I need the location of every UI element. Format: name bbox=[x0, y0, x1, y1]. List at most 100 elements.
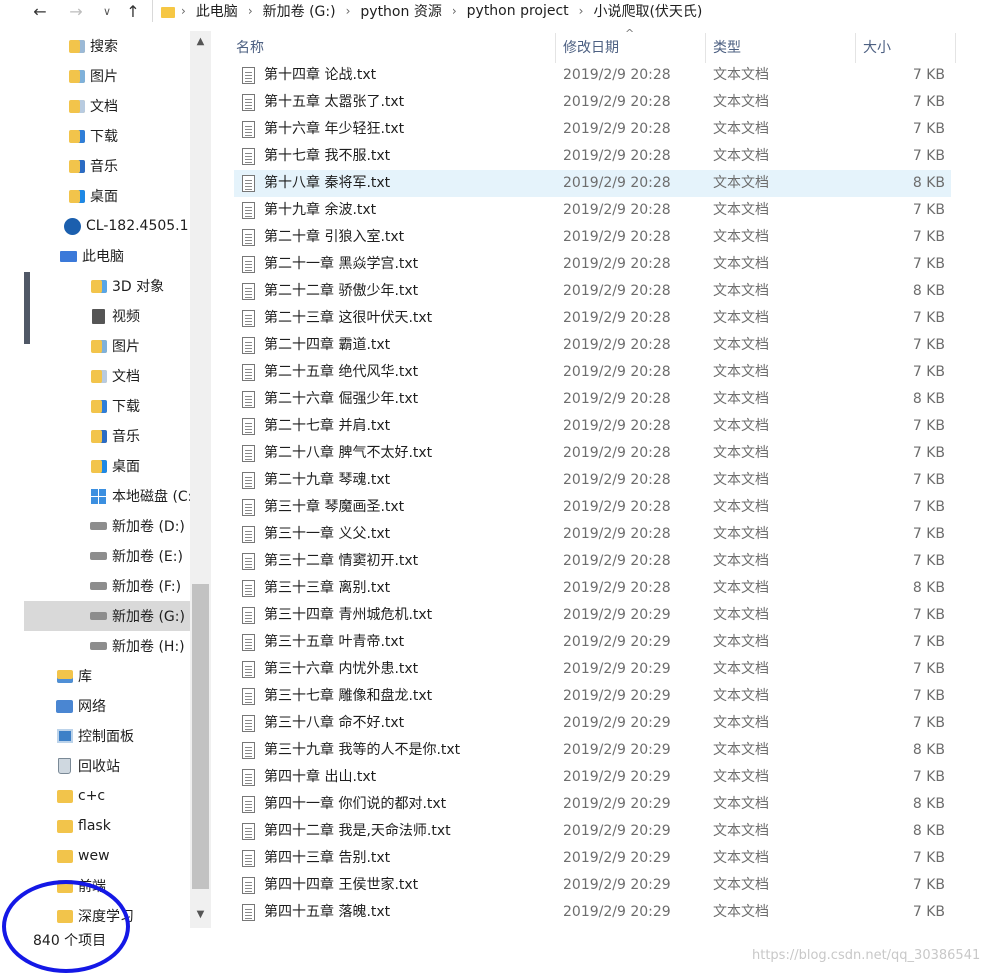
breadcrumb-item-drive-g[interactable]: 新加卷 (G:) bbox=[263, 1, 336, 21]
file-row[interactable]: 第十四章 论战.txt 2019/2/9 20:28 文本文档 7 KB bbox=[234, 62, 951, 89]
documents-icon bbox=[90, 368, 107, 385]
pictures-icon bbox=[68, 68, 85, 85]
sidebar-item[interactable]: 音乐 bbox=[24, 421, 190, 451]
sidebar-item[interactable]: flask bbox=[24, 811, 190, 841]
file-row[interactable]: 第三十八章 命不好.txt 2019/2/9 20:29 文本文档 7 KB bbox=[234, 710, 951, 737]
sidebar-item[interactable]: 音乐 bbox=[24, 151, 190, 181]
back-button[interactable]: ← bbox=[28, 0, 52, 22]
file-row[interactable]: 第十七章 我不服.txt 2019/2/9 20:28 文本文档 7 KB bbox=[234, 143, 951, 170]
file-row[interactable]: 第三十六章 内忧外患.txt 2019/2/9 20:29 文本文档 7 KB bbox=[234, 656, 951, 683]
file-row[interactable]: 第二十九章 琴魂.txt 2019/2/9 20:28 文本文档 7 KB bbox=[234, 467, 951, 494]
file-row[interactable]: 第二十四章 霸道.txt 2019/2/9 20:28 文本文档 7 KB bbox=[234, 332, 951, 359]
sidebar-item[interactable]: 下载 bbox=[24, 391, 190, 421]
breadcrumb-item-python-resources[interactable]: python 资源 bbox=[360, 1, 441, 21]
scrollbar-thumb[interactable] bbox=[192, 584, 209, 889]
file-type: 文本文档 bbox=[713, 742, 769, 758]
forward-button[interactable]: → bbox=[64, 0, 88, 22]
file-row[interactable]: 第二十七章 并肩.txt 2019/2/9 20:28 文本文档 7 KB bbox=[234, 413, 951, 440]
file-row[interactable]: 第四十四章 王侯世家.txt 2019/2/9 20:29 文本文档 7 KB bbox=[234, 872, 951, 899]
sidebar-item[interactable]: 新加卷 (D:) bbox=[24, 511, 190, 541]
pictures-icon bbox=[90, 338, 107, 355]
column-header-date[interactable]: 修改日期 bbox=[551, 31, 701, 63]
file-row[interactable]: 第二十八章 脾气不太好.txt 2019/2/9 20:28 文本文档 7 KB bbox=[234, 440, 951, 467]
sidebar-item[interactable]: 控制面板 bbox=[24, 721, 190, 751]
sidebar-item[interactable]: 图片 bbox=[24, 61, 190, 91]
file-row[interactable]: 第三十四章 青州城危机.txt 2019/2/9 20:29 文本文档 7 KB bbox=[234, 602, 951, 629]
file-row[interactable]: 第三十章 琴魔画圣.txt 2019/2/9 20:28 文本文档 7 KB bbox=[234, 494, 951, 521]
sidebar-item[interactable]: 新加卷 (E:) bbox=[24, 541, 190, 571]
file-row[interactable]: 第四十章 出山.txt 2019/2/9 20:29 文本文档 7 KB bbox=[234, 764, 951, 791]
address-bar: ← → ∨ ↑ › 此电脑 › 新加卷 (G:) › python 资源 › p… bbox=[0, 0, 1001, 22]
scroll-down-arrow-icon[interactable]: ▼ bbox=[190, 906, 211, 924]
sidebar-item[interactable]: 下载 bbox=[24, 121, 190, 151]
drive-icon bbox=[90, 548, 107, 565]
file-row[interactable]: 第四十五章 落魄.txt 2019/2/9 20:29 文本文档 7 KB bbox=[234, 899, 951, 926]
column-header-size[interactable]: 大小 bbox=[851, 31, 951, 63]
chevron-right-icon[interactable]: › bbox=[346, 4, 351, 18]
file-size: 7 KB bbox=[912, 526, 945, 542]
sidebar-item[interactable]: 新加卷 (F:) bbox=[24, 571, 190, 601]
sidebar-item[interactable]: 视频 bbox=[24, 301, 190, 331]
file-row[interactable]: 第四十一章 你们说的都对.txt 2019/2/9 20:29 文本文档 8 KB bbox=[234, 791, 951, 818]
text-file-icon bbox=[242, 850, 255, 867]
file-row[interactable]: 第二十五章 绝代风华.txt 2019/2/9 20:28 文本文档 7 KB bbox=[234, 359, 951, 386]
column-header-type[interactable]: 类型 bbox=[701, 31, 851, 63]
file-row[interactable]: 第四十三章 告别.txt 2019/2/9 20:29 文本文档 7 KB bbox=[234, 845, 951, 872]
file-row[interactable]: 第三十二章 情窦初开.txt 2019/2/9 20:28 文本文档 7 KB bbox=[234, 548, 951, 575]
breadcrumb[interactable]: › 此电脑 › 新加卷 (G:) › python 资源 › python pr… bbox=[152, 0, 1001, 22]
scroll-up-arrow-icon[interactable]: ▲ bbox=[190, 33, 211, 51]
file-row[interactable]: 第二十一章 黑焱学宫.txt 2019/2/9 20:28 文本文档 7 KB bbox=[234, 251, 951, 278]
sidebar-item[interactable]: 库 bbox=[24, 661, 190, 691]
sidebar-item[interactable]: 桌面 bbox=[24, 451, 190, 481]
column-type-label: 类型 bbox=[713, 40, 741, 56]
file-date: 2019/2/9 20:28 bbox=[563, 94, 671, 110]
file-row[interactable]: 第四十二章 我是,天命法师.txt 2019/2/9 20:29 文本文档 8 KB bbox=[234, 818, 951, 845]
sidebar-item[interactable]: 新加卷 (H:) bbox=[24, 631, 190, 661]
sidebar-item[interactable]: 本地磁盘 (C:) bbox=[24, 481, 190, 511]
file-row[interactable]: 第二十六章 倔强少年.txt 2019/2/9 20:28 文本文档 8 KB bbox=[234, 386, 951, 413]
file-row[interactable]: 第二十章 引狼入室.txt 2019/2/9 20:28 文本文档 7 KB bbox=[234, 224, 951, 251]
file-row[interactable]: 第三十一章 义父.txt 2019/2/9 20:28 文本文档 7 KB bbox=[234, 521, 951, 548]
sidebar-item[interactable]: 文档 bbox=[24, 361, 190, 391]
sidebar-item[interactable]: 桌面 bbox=[24, 181, 190, 211]
file-row[interactable]: 第十五章 太嚣张了.txt 2019/2/9 20:28 文本文档 7 KB bbox=[234, 89, 951, 116]
sidebar-item[interactable]: 回收站 bbox=[24, 751, 190, 781]
navigation-scrollbar[interactable]: ▲ ▼ bbox=[190, 31, 211, 928]
file-date: 2019/2/9 20:28 bbox=[563, 553, 671, 569]
sidebar-item[interactable]: c+c bbox=[24, 781, 190, 811]
sidebar-item[interactable]: 新加卷 (G:) bbox=[24, 601, 190, 631]
file-type: 文本文档 bbox=[713, 904, 769, 920]
file-row[interactable]: 第十六章 年少轻狂.txt 2019/2/9 20:28 文本文档 7 KB bbox=[234, 116, 951, 143]
file-row[interactable]: 第三十九章 我等的人不是你.txt 2019/2/9 20:29 文本文档 8 KB bbox=[234, 737, 951, 764]
file-row[interactable]: 第二十三章 这很叶伏天.txt 2019/2/9 20:28 文本文档 7 KB bbox=[234, 305, 951, 332]
file-row[interactable]: 第十九章 余波.txt 2019/2/9 20:28 文本文档 7 KB bbox=[234, 197, 951, 224]
breadcrumb-item-python-project[interactable]: python project bbox=[467, 3, 569, 19]
sidebar-item[interactable]: 文档 bbox=[24, 91, 190, 121]
sidebar-item[interactable]: 图片 bbox=[24, 331, 190, 361]
file-name: 第三十九章 我等的人不是你.txt bbox=[264, 742, 461, 758]
column-divider[interactable] bbox=[955, 33, 956, 63]
file-row[interactable]: 第十八章 秦将军.txt 2019/2/9 20:28 文本文档 8 KB bbox=[234, 170, 951, 197]
up-button[interactable]: ↑ bbox=[121, 0, 145, 22]
breadcrumb-item-this-pc[interactable]: 此电脑 bbox=[196, 1, 238, 21]
column-header-name[interactable]: 名称 bbox=[224, 31, 554, 63]
file-type: 文本文档 bbox=[713, 661, 769, 677]
chevron-right-icon[interactable]: › bbox=[248, 4, 253, 18]
sidebar-item[interactable]: 此电脑 bbox=[24, 241, 190, 271]
chevron-right-icon[interactable]: › bbox=[579, 4, 584, 18]
sidebar-item[interactable]: 搜索 bbox=[24, 31, 190, 61]
file-type: 文本文档 bbox=[713, 94, 769, 110]
file-row[interactable]: 第二十二章 骄傲少年.txt 2019/2/9 20:28 文本文档 8 KB bbox=[234, 278, 951, 305]
sidebar-item[interactable]: 网络 bbox=[24, 691, 190, 721]
sidebar-item[interactable]: 3D 对象 bbox=[24, 271, 190, 301]
file-row[interactable]: 第三十三章 离别.txt 2019/2/9 20:28 文本文档 8 KB bbox=[234, 575, 951, 602]
chevron-right-icon[interactable]: › bbox=[452, 4, 457, 18]
sidebar-item[interactable]: wew bbox=[24, 841, 190, 871]
sidebar-item[interactable]: CL-182.4505.1 bbox=[24, 211, 190, 241]
file-row[interactable]: 第三十七章 雕像和盘龙.txt 2019/2/9 20:29 文本文档 7 KB bbox=[234, 683, 951, 710]
breadcrumb-item-current-folder[interactable]: 小说爬取(伏天氏) bbox=[593, 1, 702, 21]
recent-locations-button[interactable]: ∨ bbox=[98, 0, 116, 22]
chevron-right-icon[interactable]: › bbox=[181, 4, 186, 18]
file-row[interactable]: 第三十五章 叶青帝.txt 2019/2/9 20:29 文本文档 7 KB bbox=[234, 629, 951, 656]
control-panel-icon bbox=[56, 728, 73, 745]
